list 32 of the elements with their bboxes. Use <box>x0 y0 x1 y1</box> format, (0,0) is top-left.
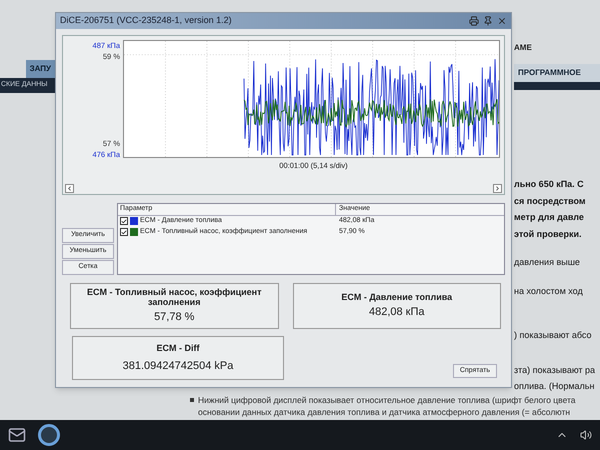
browser-icon[interactable] <box>38 424 60 446</box>
readout-value: 57,78 % <box>154 310 194 325</box>
page-text: льно 650 кПа. С <box>514 178 585 191</box>
page-text: оплива. (Нормальн <box>514 380 596 393</box>
speaker-icon[interactable] <box>580 429 592 441</box>
readout-value: 482,08 кПа <box>368 304 425 320</box>
header-text: AME <box>514 42 533 54</box>
page-text: основании данных датчика давления топлива и датчика атмосферного давления (= абсолютн <box>198 406 570 419</box>
readout-title: ECM - Давление топлива <box>341 292 452 302</box>
readout-title: ECM - Diff <box>156 342 200 354</box>
window-title: DiCE-206751 (VCC-235248-1, version 1.2) <box>60 14 232 28</box>
mail-icon[interactable] <box>8 426 26 444</box>
page-text: давления выше <box>514 256 581 269</box>
page-text: ся посредством <box>514 194 587 208</box>
printer-icon[interactable] <box>469 16 479 26</box>
page-tab[interactable]: ПРОГРАММНОЕ <box>514 64 600 82</box>
page-text: ) показывают абсо <box>514 329 593 342</box>
scroll-right-icon[interactable] <box>493 184 502 193</box>
page-text: Нижний цифровой дисплей показывает относительное давление топлива (шрифт белого цвета <box>198 394 576 406</box>
page-text: метр для давле <box>514 211 585 224</box>
page-text: этой проверки. <box>514 228 583 241</box>
page-tab[interactable]: ЗАПУ <box>26 60 55 78</box>
close-icon[interactable] <box>497 16 507 26</box>
pin-icon[interactable] <box>483 16 493 26</box>
page-text: зта) показывают ра <box>514 364 596 377</box>
row-checkbox[interactable] <box>120 228 128 236</box>
readout-title: ECM - Топливный насос, коэффициент заполнения <box>86 286 263 307</box>
page-text: на холостом ход <box>514 284 584 298</box>
bullet-icon <box>190 398 194 402</box>
readout-value: 381.09424742504 kPa <box>122 359 234 374</box>
scroll-left-icon[interactable] <box>65 184 74 193</box>
row-checkbox[interactable] <box>120 217 128 225</box>
